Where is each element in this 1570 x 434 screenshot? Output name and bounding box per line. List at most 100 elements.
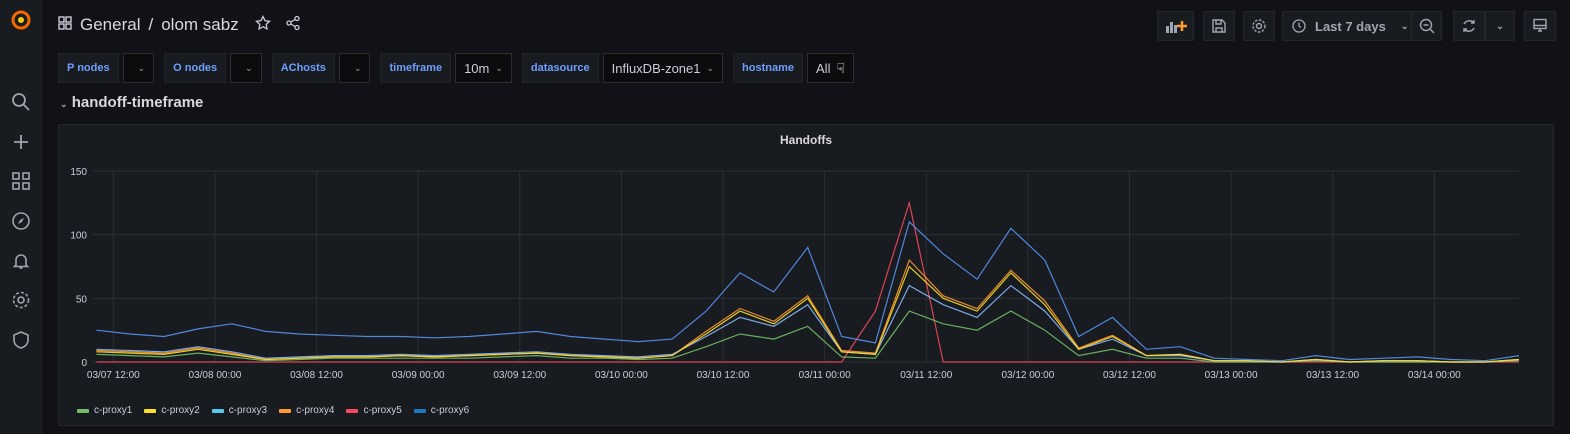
grafana-logo-icon[interactable] [7,6,35,34]
explore-compass-icon[interactable] [7,207,35,235]
series-line-c-proxy3 [96,284,1520,363]
refresh-button[interactable] [1453,11,1485,41]
refresh-icon [1463,20,1475,32]
breadcrumb: General / olom sabz [58,12,301,38]
sidebar [0,0,42,434]
legend-label: c-proxy1 [94,405,133,416]
monitor-icon [1533,18,1547,32]
y-tick-label: 100 [70,231,87,242]
chevron-down-icon: ⌄ [60,99,68,109]
chart-legend: c-proxy1 c-proxy2 c-proxy3 c-proxy4 c-proxy5… [77,405,469,416]
time-range-label: Last 7 days [1315,18,1386,34]
variable-value: All [816,60,831,76]
x-tick-label: 03/07 12:00 [87,370,140,381]
variable-label-achosts: AChosts [271,53,335,83]
x-tick-label: 03/10 00:00 [595,370,648,381]
row-header[interactable]: ⌄ handoff-timeframe [60,94,203,111]
settings-gear-icon[interactable] [7,286,35,314]
variables-bar: P nodes ⌄ O nodes ⌄ AChosts ⌄ timeframe … [58,53,864,83]
chevron-down-icon: ⌄ [1496,20,1504,31]
clock-icon [1292,19,1306,33]
breadcrumb-separator: / [148,15,154,34]
variable-label-timeframe: timeframe [380,53,452,83]
shield-icon[interactable] [7,326,35,354]
series-line-c-proxy2 [96,265,1520,363]
x-tick-label: 03/08 00:00 [189,370,242,381]
dashboards-icon[interactable] [7,167,35,195]
x-tick-label: 03/11 12:00 [900,370,953,381]
x-tick-label: 03/09 12:00 [493,370,546,381]
dashboard-settings-button[interactable] [1243,11,1275,41]
variable-select-p-nodes[interactable]: ⌄ [122,53,155,83]
add-panel-icon [1165,21,1187,33]
plus-icon[interactable] [7,128,35,156]
row-title: handoff-timeframe [71,94,204,111]
variable-label-o-nodes: O nodes [164,53,227,83]
variable-label-hostname: hostname [733,53,804,83]
variable-select-timeframe[interactable]: 10m ⌄ [455,53,512,83]
series-line-c-proxy1 [96,310,1520,363]
view-mode-button[interactable] [1524,11,1556,41]
variable-label-datasource: datasource [521,53,599,83]
legend-label: c-proxy5 [363,405,402,416]
alerting-bell-icon[interactable] [7,247,35,275]
legend-swatch [413,408,426,413]
legend-swatch [77,408,89,413]
x-tick-label: 03/14 00:00 [1408,370,1461,381]
dashboards-grid-icon [58,15,72,35]
x-tick-label: 03/09 00:00 [392,370,445,381]
chevron-down-icon: ⌄ [353,62,362,73]
search-icon[interactable] [7,88,35,116]
chevron-down-icon: ⌄ [1400,20,1409,31]
refresh-interval-dropdown[interactable]: ⌄ [1485,11,1515,41]
variable-label-p-nodes: P nodes [58,53,119,83]
x-tick-label: 03/11 00:00 [799,370,852,381]
x-tick-label: 03/12 00:00 [1001,370,1054,381]
variable-select-achosts[interactable]: ⌄ [338,53,371,83]
variable-select-hostname[interactable]: All ☟ [807,53,854,83]
legend-item-c-proxy2[interactable]: c-proxy2 [144,405,200,416]
hand-cursor-icon: ☟ [836,59,845,76]
variable-select-o-nodes[interactable]: ⌄ [230,53,262,83]
legend-label: c-proxy2 [161,405,200,416]
chevron-down-icon: ⌄ [706,62,715,73]
gear-icon [1252,19,1266,33]
chevron-down-icon: ⌄ [495,62,503,73]
legend-label: c-proxy6 [430,405,470,416]
chevron-down-icon: ⌄ [137,62,146,73]
x-tick-label: 03/12 12:00 [1103,370,1156,381]
legend-swatch [211,408,224,413]
legend-item-c-proxy6[interactable]: c-proxy6 [413,405,470,416]
x-tick-label: 03/13 00:00 [1205,370,1258,381]
series-line-c-proxy5 [96,200,1519,363]
star-icon[interactable] [254,14,271,36]
variable-value: InfluxDB-zone1 [611,60,701,76]
x-tick-label: 03/08 12:00 [290,370,343,381]
y-tick-label: 50 [76,294,88,305]
variable-select-datasource[interactable]: InfluxDB-zone1 ⌄ [602,53,724,83]
legend-label: c-proxy3 [228,405,268,416]
breadcrumb-folder[interactable]: General [80,15,140,35]
x-tick-label: 03/10 12:00 [697,370,750,381]
legend-item-c-proxy3[interactable]: c-proxy3 [211,405,268,416]
share-icon[interactable] [285,15,301,36]
time-picker-button[interactable]: Last 7 days ⌄ [1282,11,1412,41]
legend-item-c-proxy1[interactable]: c-proxy1 [77,405,132,416]
dashboard-title[interactable]: olom sabz [161,15,238,35]
x-tick-label: 03/13 12:00 [1306,370,1359,381]
save-dashboard-button[interactable] [1203,11,1235,41]
handoffs-chart: 0 50 100 150 03/07 12:00 03/08 00:00 03/08 12:… [70,167,1520,381]
add-panel-button[interactable] [1157,11,1194,41]
legend-item-c-proxy4[interactable]: c-proxy4 [279,405,334,416]
y-tick-label: 150 [70,167,87,178]
series-line-c-proxy4 [96,258,1520,363]
legend-label: c-proxy4 [296,405,335,416]
save-icon [1212,19,1226,33]
handoffs-panel: Handoffs 0 50 100 150 03/07 12:00 03/08 00:00… [58,124,1554,426]
zoom-out-button[interactable] [1411,11,1442,41]
variable-value: 10m [464,60,490,76]
legend-item-c-proxy5[interactable]: c-proxy5 [346,405,402,416]
legend-swatch [279,408,292,413]
chevron-down-icon: ⌄ [245,62,253,73]
y-tick-label: 0 [81,358,87,369]
